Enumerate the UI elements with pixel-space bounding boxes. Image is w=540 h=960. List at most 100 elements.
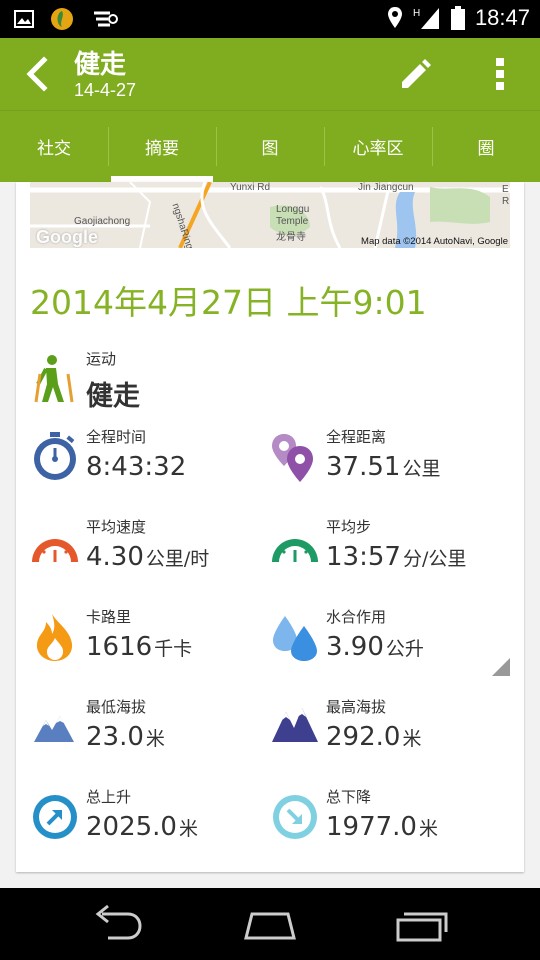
stat-label: 全程距离 (326, 428, 387, 446)
summary-card: Yunxi Rd Jin Jiangcun Gaojiachong Longgu… (16, 182, 524, 872)
image-icon (14, 10, 34, 28)
status-time: 18:47 (474, 5, 530, 30)
stat-total-ascent: 总上升 2025.0 米 (30, 786, 270, 866)
status-right-icons: H 18:47 (387, 5, 530, 31)
stat-unit: 公升 (385, 638, 424, 660)
tab-graph[interactable]: 图 (216, 111, 324, 182)
stat-unit: 千卡 (154, 638, 193, 660)
speedometer-icon (32, 539, 78, 562)
stat-label: 水合作用 (326, 608, 387, 626)
activity-value: 健走 (86, 381, 140, 412)
stat-label: 总下降 (326, 788, 372, 806)
system-nav-bar (0, 888, 540, 960)
flame-icon (36, 614, 73, 661)
stat-value-wrap: 1977.0 米 (326, 812, 438, 842)
map-label-area: Jin Jiangcun (358, 182, 414, 193)
stat-label: 卡路里 (86, 608, 132, 626)
tab-summary[interactable]: 摘要 (108, 111, 216, 182)
map-label-temple-cn: 龙骨寺 (276, 232, 306, 243)
stat-value: 292.0 (326, 722, 401, 752)
stat-unit: 米 (178, 818, 198, 840)
stat-min-elevation: 最低海拔 23.0 米 (30, 696, 270, 776)
stat-label: 平均步 (326, 518, 372, 536)
stat-unit: 米 (418, 818, 438, 840)
stopwatch-icon (34, 432, 76, 480)
stat-value: 3.90 (326, 632, 384, 662)
app-icon (51, 8, 73, 30)
stat-unit: 公里/时 (145, 548, 210, 570)
signal-type-label: H (413, 8, 420, 19)
stat-value: 23.0 (86, 722, 144, 752)
map-label-place: Gaojiachong (74, 216, 131, 227)
stat-total-time: 全程时间 8:43:32 (30, 426, 270, 506)
high-mountain-icon (272, 708, 318, 742)
stat-value-wrap: 37.51 公里 (326, 452, 440, 482)
back-button[interactable] (18, 54, 58, 94)
activity-type: 运动 健走 (30, 348, 270, 428)
stat-label: 总上升 (86, 788, 132, 806)
stat-value-wrap: 4.30 公里/时 (86, 542, 209, 572)
battery-icon (450, 6, 465, 30)
nav-back-button[interactable] (88, 902, 148, 946)
expand-corner-icon[interactable] (492, 658, 510, 676)
google-logo: Google (36, 227, 98, 247)
low-mountain-icon (34, 716, 74, 742)
stat-value: 1616 (86, 632, 153, 662)
stat-label: 全程时间 (86, 428, 147, 446)
stat-value: 1977.0 (326, 812, 417, 842)
signal-icon: H (413, 8, 439, 29)
map-pin-icon (272, 434, 313, 482)
stat-label: 最低海拔 (86, 698, 147, 716)
home-nav-icon (244, 912, 296, 940)
descent-arrow-icon (273, 795, 317, 839)
status-bar: H 18:47 (0, 0, 540, 38)
stat-value: 13:57 (326, 542, 401, 572)
stat-value: 37.51 (326, 452, 401, 482)
activity-label: 运动 (86, 350, 117, 368)
stat-label: 最高海拔 (326, 698, 387, 716)
route-map[interactable]: Yunxi Rd Jin Jiangcun Gaojiachong Longgu… (30, 182, 510, 248)
map-label-road: Yunxi Rd (230, 182, 271, 193)
stat-value-wrap: 2025.0 米 (86, 812, 198, 842)
tab-bar: 社交 摘要 图 心率区 圈 (0, 110, 540, 182)
stat-unit: 米 (145, 728, 165, 750)
tab-social[interactable]: 社交 (0, 111, 108, 182)
stat-total-distance: 全程距离 37.51 公里 (270, 426, 510, 506)
water-drops-icon (273, 616, 317, 661)
map-label-temple-name: Longgu (276, 204, 310, 215)
chevron-left-icon (26, 56, 48, 92)
map-label-temple: Temple (276, 216, 309, 227)
pencil-icon (402, 59, 431, 88)
stat-unit: 米 (402, 728, 422, 750)
map-label-edge-e: E (502, 184, 509, 195)
stat-value: 4.30 (86, 542, 144, 572)
nav-recent-apps-button[interactable] (392, 902, 452, 946)
overflow-menu-icon (496, 58, 504, 90)
recent-apps-nav-icon (396, 912, 448, 942)
edit-button[interactable] (394, 54, 434, 94)
stat-value: 8:43:32 (86, 452, 187, 482)
walking-icon (34, 355, 74, 403)
nav-home-button[interactable] (240, 902, 300, 946)
stat-calories: 卡路里 1616 千卡 (30, 606, 270, 686)
tab-heart-rate-zones[interactable]: 心率区 (324, 111, 432, 182)
stat-hydration: 水合作用 3.90 公升 (270, 606, 510, 686)
location-icon (387, 7, 402, 28)
stat-unit: 分/公里 (402, 548, 467, 570)
page-subtitle: 14-4-27 (74, 80, 137, 100)
pace-gauge-icon (272, 539, 318, 562)
stat-total-descent: 总下降 1977.0 米 (270, 786, 510, 866)
stat-label: 平均速度 (86, 518, 147, 536)
stat-value: 2025.0 (86, 812, 177, 842)
stat-value-wrap: 8:43:32 (86, 452, 188, 482)
map-credit: Map data ©2014 AutoNavi, Google (361, 236, 508, 247)
stat-avg-pace: 平均步 13:57 分/公里 (270, 516, 510, 596)
notification-icon (94, 11, 118, 27)
stat-value-wrap: 3.90 公升 (326, 632, 424, 662)
more-options-button[interactable] (480, 54, 520, 94)
stat-value-wrap: 292.0 米 (326, 722, 421, 752)
stat-avg-speed: 平均速度 4.30 公里/时 (30, 516, 270, 596)
tab-laps[interactable]: 圈 (432, 111, 540, 182)
stat-value-wrap: 13:57 分/公里 (326, 542, 466, 572)
stat-value-wrap: 1616 千卡 (86, 632, 192, 662)
